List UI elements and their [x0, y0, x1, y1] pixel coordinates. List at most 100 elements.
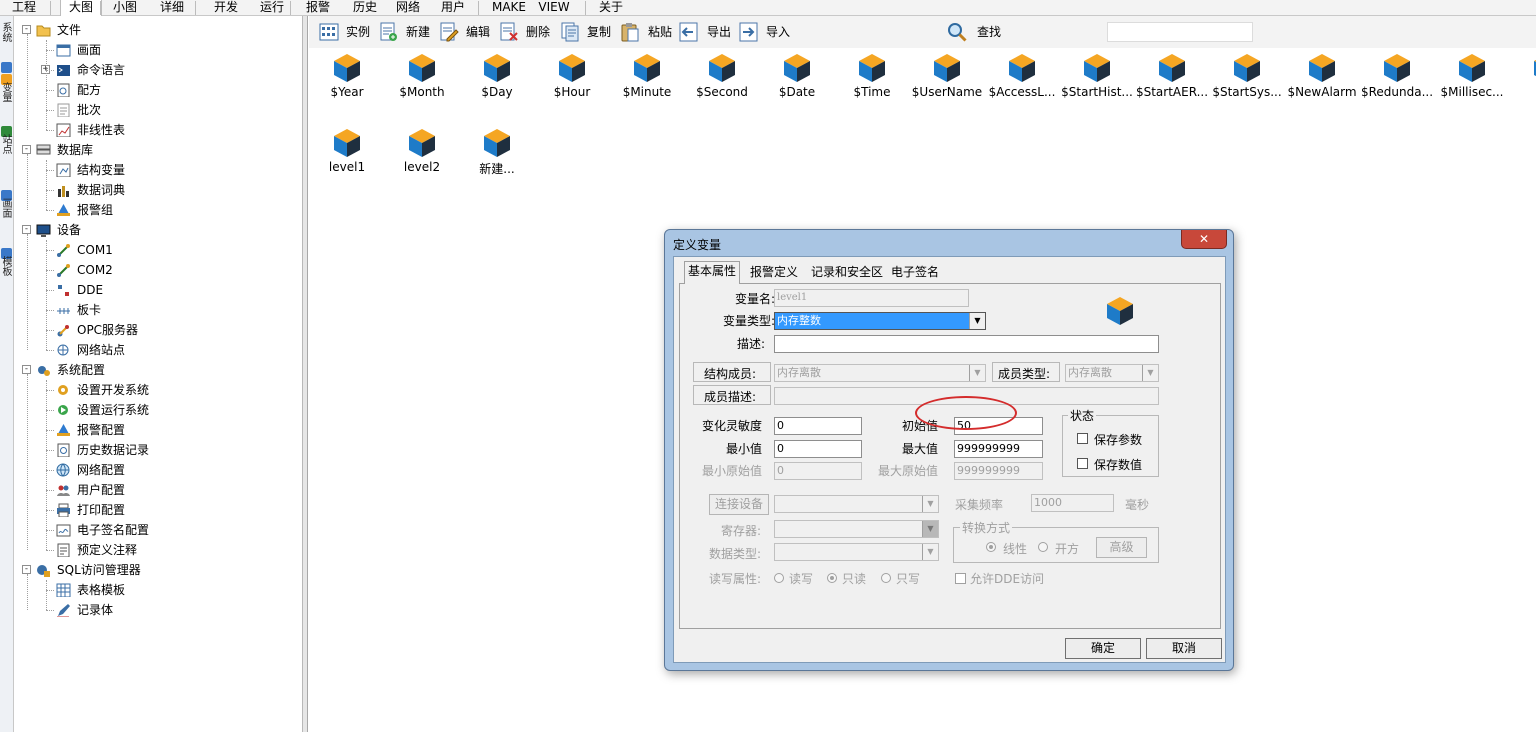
data-type-select[interactable]: ▼: [774, 543, 939, 561]
menu-item-3[interactable]: 详细: [152, 0, 192, 16]
connect-device-button[interactable]: 连接设备: [709, 494, 769, 515]
menu-item-6[interactable]: 报警: [301, 0, 335, 16]
cancel-button[interactable]: 取消: [1146, 638, 1222, 659]
freq-field[interactable]: 1000: [1031, 494, 1114, 512]
tree-expander[interactable]: -: [22, 565, 31, 574]
side-tab-2[interactable]: 站点: [0, 134, 13, 154]
allow-dde-checkbox[interactable]: [955, 573, 966, 584]
variable-name: $Minute: [622, 85, 672, 99]
search-input[interactable]: [1107, 22, 1253, 42]
variable-item[interactable]: 新建...: [460, 123, 534, 193]
variable-item[interactable]: $Month: [385, 48, 459, 118]
tree-expander[interactable]: -: [22, 365, 31, 374]
min-raw-field[interactable]: 0: [774, 462, 862, 480]
variable-item[interactable]: $Minute: [610, 48, 684, 118]
export-icon: [679, 22, 698, 42]
menu-item-2[interactable]: 小图: [108, 0, 142, 16]
splitter[interactable]: [303, 16, 308, 732]
variable-item[interactable]: $Time: [835, 48, 909, 118]
desc-field[interactable]: [774, 335, 1159, 353]
device-select[interactable]: ▼: [774, 495, 939, 513]
tree-node-label: OPC服务器: [77, 323, 139, 337]
var-type-select[interactable]: 内存整数 ▼: [774, 312, 986, 330]
menu-item-5[interactable]: 运行: [255, 0, 289, 16]
menu-separator: [50, 1, 51, 15]
menu-item-12[interactable]: 关于: [595, 0, 627, 16]
member-type-select[interactable]: 内存离散 ▼: [1065, 364, 1159, 382]
menu-item-7[interactable]: 历史: [348, 0, 382, 16]
struct-member-select[interactable]: 内存离散 ▼: [774, 364, 986, 382]
write-only-label: 只写: [896, 572, 921, 586]
variable-cube-icon: [1107, 297, 1133, 325]
tab-record-security[interactable]: 记录和安全区: [808, 263, 886, 283]
variable-item[interactable]: $Hour: [535, 48, 609, 118]
side-tab-4[interactable]: 模板: [0, 256, 13, 276]
save-value-checkbox[interactable]: [1077, 458, 1088, 469]
tree-expander[interactable]: -: [22, 225, 31, 234]
tab-alarm[interactable]: 报警定义: [747, 263, 801, 283]
tab-basic[interactable]: 基本属性: [684, 261, 741, 284]
variable-item[interactable]: $Day: [460, 48, 534, 118]
var-name-field[interactable]: level1: [774, 289, 969, 307]
side-tab-0[interactable]: 系统: [0, 22, 13, 42]
variable-item[interactable]: $Date: [760, 48, 834, 118]
variable-cube-icon: [1459, 54, 1485, 82]
side-tab-3[interactable]: 画面: [0, 198, 13, 218]
variable-item[interactable]: $UserName: [910, 48, 984, 118]
variable-item[interactable]: $Year: [310, 48, 384, 118]
initial-field[interactable]: 50: [954, 417, 1043, 435]
variable-item[interactable]: level1: [310, 123, 384, 193]
menu-item-4[interactable]: 开发: [209, 0, 243, 16]
max-raw-field[interactable]: 999999999: [954, 462, 1043, 480]
conversion-group: 转换方式 线性 开方 高级: [953, 519, 1159, 563]
tree-expander[interactable]: -: [22, 25, 31, 34]
variable-item[interactable]: $NewAlarm: [1285, 48, 1359, 118]
variable-name: $Time: [853, 85, 891, 99]
variable-item[interactable]: $StartAER...: [1135, 48, 1209, 118]
import-icon: [739, 22, 758, 42]
tree-connector: [46, 510, 54, 511]
linear-radio[interactable]: [986, 542, 996, 552]
tree-expander[interactable]: -: [22, 145, 31, 154]
variable-item[interactable]: $Second: [685, 48, 759, 118]
menu-item-10[interactable]: MAKE: [488, 0, 530, 16]
variable-item[interactable]: $Redunda...: [1360, 48, 1434, 118]
tree-connector: [46, 70, 54, 71]
tree-connector: [27, 34, 28, 130]
advanced-button[interactable]: 高级: [1096, 537, 1147, 558]
tree-connector: [46, 290, 54, 291]
save-param-checkbox[interactable]: [1077, 433, 1088, 444]
edit-label: 编辑: [466, 25, 491, 39]
tab-signature[interactable]: 电子签名: [888, 263, 942, 283]
read-write-radio[interactable]: [774, 573, 784, 583]
variable-item[interactable]: $AccessL...: [985, 48, 1059, 118]
menu-item-0[interactable]: 工程: [8, 0, 40, 16]
menu-item-1[interactable]: 大图: [60, 0, 102, 16]
variable-item[interactable]: level2: [385, 123, 459, 193]
project-tree[interactable]: 文件 - 画面 命令语言 + 配方 批次 非线性表 数据库 - 结构变量 数据词典 报警组 设备 - COM1…: [14, 16, 303, 732]
max-field[interactable]: 999999999: [954, 440, 1043, 458]
side-tab-1[interactable]: 变量: [0, 82, 13, 102]
close-button[interactable]: ✕: [1181, 230, 1227, 249]
read-only-radio[interactable]: [827, 573, 837, 583]
register-select[interactable]: ▼: [774, 520, 939, 538]
member-desc-field[interactable]: [774, 387, 1159, 405]
menu-separator: [195, 1, 196, 15]
variable-item[interactable]: $Millisec...: [1435, 48, 1509, 118]
variable-item[interactable]: $Ne: [1510, 48, 1536, 118]
variable-item[interactable]: $StartSys...: [1210, 48, 1284, 118]
variable-cube-icon: [634, 54, 660, 82]
side-tab-icon-0: [1, 62, 12, 73]
sqrt-radio[interactable]: [1038, 542, 1048, 552]
ok-button[interactable]: 确定: [1065, 638, 1141, 659]
write-only-radio[interactable]: [881, 573, 891, 583]
min-field[interactable]: 0: [774, 440, 862, 458]
sensitivity-field[interactable]: 0: [774, 417, 862, 435]
variable-item[interactable]: $StartHist...: [1060, 48, 1134, 118]
menu-item-8[interactable]: 网络: [391, 0, 425, 16]
menu-item-9[interactable]: 用户: [436, 0, 470, 16]
status-group: 状态 保存参数 保存数值: [1062, 407, 1159, 477]
delete-icon: [500, 22, 518, 41]
menu-item-11[interactable]: VIEW: [535, 0, 573, 16]
member-desc-label: 成员描述:: [704, 390, 757, 404]
